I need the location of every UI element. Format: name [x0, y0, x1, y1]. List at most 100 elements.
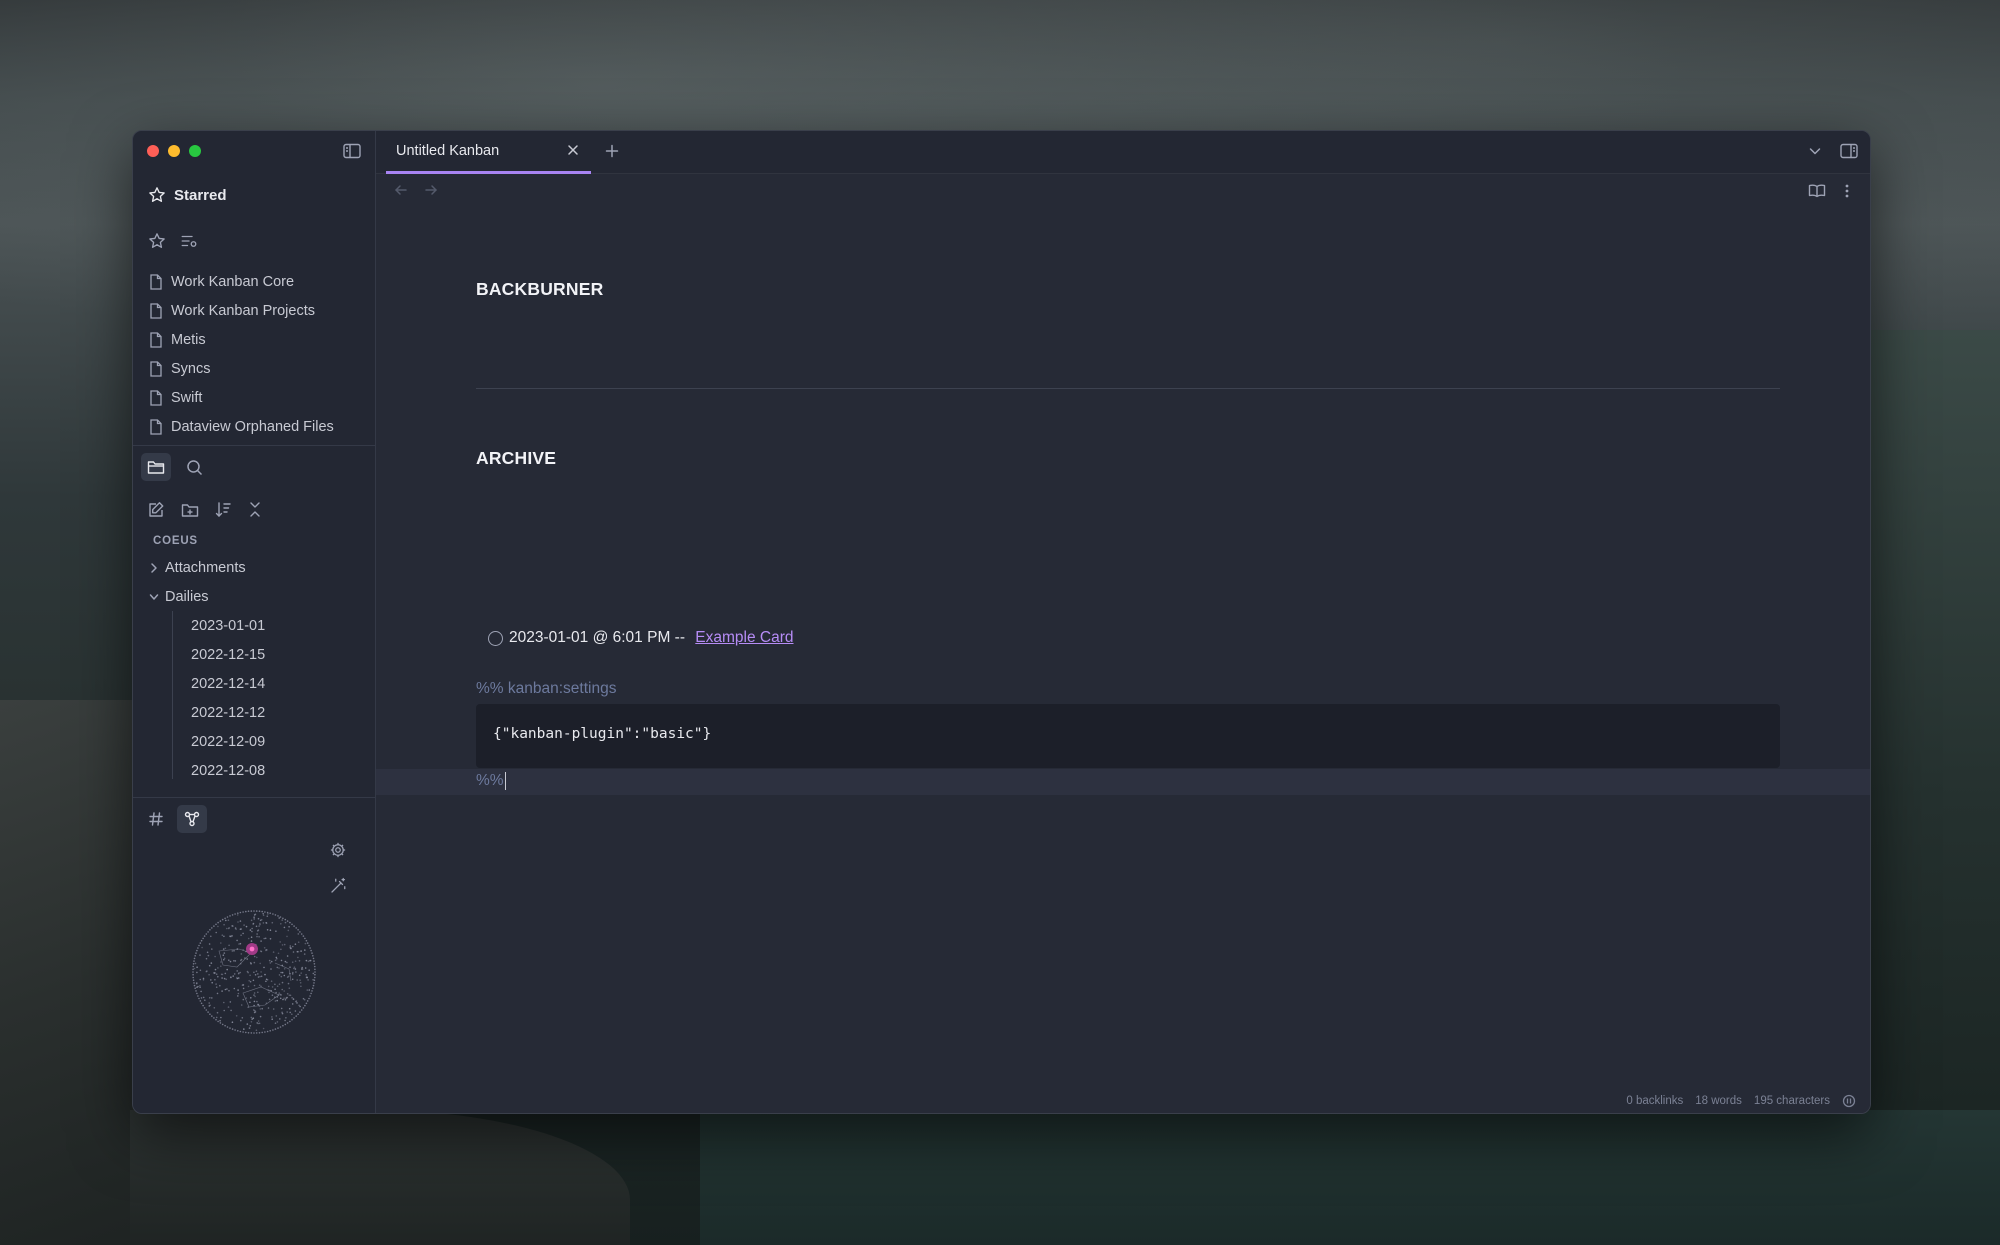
starred-item-label: Syncs — [171, 360, 211, 377]
active-line-highlight — [376, 769, 1870, 795]
file-icon — [149, 331, 163, 348]
settings-code: {"kanban-plugin":"basic"} — [493, 726, 712, 742]
animate-graph-wand-icon[interactable] — [329, 877, 347, 895]
sync-status-icon[interactable] — [1842, 1094, 1856, 1108]
text-cursor — [504, 772, 506, 790]
app-window: Starred Work Kanban Core Work Kanban Pro… — [132, 130, 1871, 1114]
graph-settings-gear-icon[interactable] — [329, 841, 347, 859]
more-options-icon[interactable] — [1844, 183, 1850, 199]
starred-item[interactable]: Syncs — [149, 354, 369, 383]
chevron-right-icon — [149, 562, 159, 574]
starred-item[interactable]: Metis — [149, 325, 369, 354]
word-count: 18 words — [1695, 1095, 1742, 1107]
lane-heading-archive: ARCHIVE — [476, 448, 557, 468]
background-cliff — [130, 1110, 630, 1245]
reading-view-book-icon[interactable] — [1808, 183, 1826, 199]
new-folder-icon[interactable] — [181, 502, 199, 518]
window-controls — [147, 145, 201, 157]
file-2022-12-09[interactable]: 2022-12-09 — [173, 727, 369, 756]
tab-bar-actions — [1808, 143, 1858, 159]
settings-comment-open: %% kanban:settings — [476, 680, 617, 697]
tab-title: Untitled Kanban — [396, 143, 500, 159]
editor-pane: Untitled Kanban BACKBURNER ARCHIVE 2023-… — [376, 131, 1870, 1113]
file-icon — [149, 302, 163, 319]
file-explorer-tab[interactable] — [141, 453, 171, 481]
folder-attachments[interactable]: Attachments — [149, 553, 369, 582]
status-bar: 0 backlinks 18 words 195 characters — [1626, 1094, 1856, 1108]
file-label: 2023-01-01 — [191, 617, 266, 634]
starred-item-label: Work Kanban Projects — [171, 302, 315, 319]
file-icon — [149, 389, 163, 406]
starred-item[interactable]: Work Kanban Projects — [149, 296, 369, 325]
file-2022-12-08[interactable]: 2022-12-08 — [173, 756, 369, 785]
right-sidebar-toggle-icon[interactable] — [1840, 143, 1858, 159]
card-text: 2023-01-01 @ 6:01 PM -- — [509, 629, 690, 646]
file-tree: Attachments Dailies 2023-01-01 2022-12-1… — [149, 551, 369, 785]
starred-item-label: Metis — [171, 331, 206, 348]
starred-item[interactable]: Dataview Orphaned Files — [149, 412, 369, 441]
explorer-actions — [148, 501, 262, 518]
hash-icon — [148, 811, 164, 827]
close-window-button[interactable] — [147, 145, 159, 157]
file-label: 2022-12-09 — [191, 733, 266, 750]
folder-dailies[interactable]: Dailies — [149, 582, 369, 611]
file-icon — [149, 418, 163, 435]
settings-code-block[interactable]: {"kanban-plugin":"basic"} — [476, 704, 1780, 768]
forward-arrow-icon[interactable] — [424, 183, 438, 197]
minimize-window-button[interactable] — [168, 145, 180, 157]
sidebar-toggle-icon[interactable] — [343, 143, 361, 159]
background-hills — [1866, 330, 2000, 1110]
file-2022-12-14[interactable]: 2022-12-14 — [173, 669, 369, 698]
starred-group-icon[interactable] — [180, 232, 198, 250]
search-tab[interactable] — [179, 453, 209, 481]
file-2023-01-01[interactable]: 2023-01-01 — [173, 611, 369, 640]
back-arrow-icon[interactable] — [394, 183, 408, 197]
new-tab-plus-icon[interactable] — [604, 143, 620, 159]
history-navigation — [394, 183, 438, 197]
sidebar-divider — [133, 797, 375, 798]
vault-name: COEUS — [153, 535, 198, 547]
archived-card: 2023-01-01 @ 6:01 PM -- Example Card — [488, 629, 794, 647]
file-icon — [149, 360, 163, 377]
close-icon[interactable] — [566, 143, 580, 157]
backlinks-count[interactable]: 0 backlinks — [1626, 1095, 1683, 1107]
settings-comment-close: %% — [476, 772, 504, 790]
starred-item[interactable]: Swift — [149, 383, 369, 412]
sort-icon[interactable] — [215, 501, 232, 518]
search-icon — [186, 459, 203, 476]
tab-list-chevron-down-icon[interactable] — [1808, 144, 1822, 158]
new-note-icon[interactable] — [148, 501, 165, 518]
task-checkbox[interactable] — [488, 630, 503, 646]
file-2022-12-15[interactable]: 2022-12-15 — [173, 640, 369, 669]
sidebar-divider — [133, 445, 375, 446]
folder-label: Attachments — [165, 559, 246, 576]
local-graph-tab[interactable] — [177, 805, 207, 833]
sidebar-view-tabs — [141, 453, 209, 481]
starred-header[interactable]: Starred — [148, 185, 227, 205]
file-icon — [149, 273, 163, 290]
character-count: 195 characters — [1753, 1095, 1830, 1107]
file-label: 2022-12-12 — [191, 704, 266, 721]
star-current-file-icon[interactable] — [148, 232, 166, 250]
folder-label: Dailies — [165, 588, 209, 605]
file-label: 2022-12-08 — [191, 762, 266, 779]
view-actions — [1808, 183, 1850, 199]
starred-item[interactable]: Work Kanban Core — [149, 267, 369, 296]
zoom-window-button[interactable] — [189, 145, 201, 157]
tab-bar: Untitled Kanban — [376, 131, 1870, 174]
graph-icon — [184, 811, 200, 827]
star-icon — [148, 186, 166, 204]
file-2022-12-12[interactable]: 2022-12-12 — [173, 698, 369, 727]
tags-tab[interactable] — [141, 805, 171, 833]
chevron-down-icon — [149, 591, 159, 603]
tab-untitled-kanban[interactable]: Untitled Kanban — [386, 131, 591, 174]
starred-actions — [148, 232, 198, 250]
starred-item-label: Dataview Orphaned Files — [171, 418, 334, 435]
graph-canvas[interactable] — [191, 909, 317, 1035]
settings-comment-close-line: %% — [476, 772, 506, 790]
starred-title: Starred — [174, 186, 227, 204]
local-graph-view[interactable] — [133, 837, 375, 1113]
card-link[interactable]: Example Card — [695, 629, 793, 647]
collapse-all-icon[interactable] — [248, 501, 262, 518]
file-label: 2022-12-15 — [191, 646, 266, 663]
